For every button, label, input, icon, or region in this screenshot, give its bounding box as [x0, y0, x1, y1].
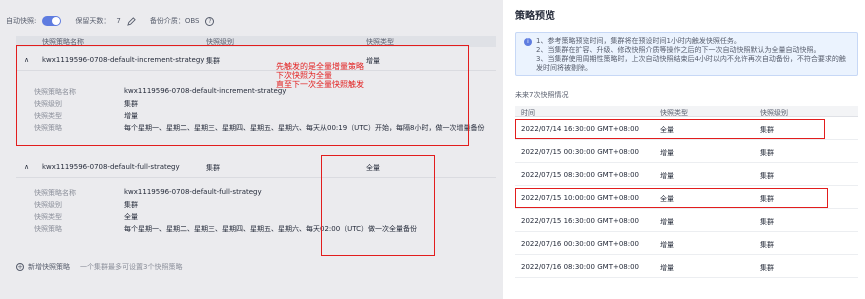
annotation: 先触发的是全量增量策略 下次快照为全量 直至下一次全量快照触发 [276, 62, 364, 89]
row-time: 2022/07/15 00:30:00 GMT+08:00 [521, 148, 640, 156]
detail-value: 全量 [124, 213, 138, 221]
row-type: 增量 [660, 149, 674, 157]
info-box: i 1、参考策略预览时间，集群将在预设时间1小时内触发快照任务。 2、当集群在扩… [515, 32, 858, 76]
detail-key: 快照类型 [34, 213, 62, 221]
table-row: 2022/07/16 00:30:00 GMT+08:00 增量 集群 [515, 232, 858, 255]
info-line: 3、当集群使用周期性策略时，上次自动快照结束后4小时以内不允许再次自动备份，不符… [536, 55, 846, 72]
table-row: 2022/07/15 16:30:00 GMT+08:00 增量 集群 [515, 209, 858, 232]
auto-snapshot-toggle[interactable] [42, 16, 62, 26]
highlight-row-4 [515, 188, 828, 208]
strategy-name: kwx1119596-0708-default-full-strategy [42, 163, 180, 171]
row-type: 增量 [660, 172, 674, 180]
row-level: 集群 [760, 241, 774, 249]
add-strategy-hint: 一个集群最多可设置3个快照策略 [80, 263, 183, 271]
annotation-line: 直至下一次全量快照触发 [276, 80, 364, 89]
help-icon[interactable]: ? [205, 16, 215, 26]
edit-icon[interactable] [127, 16, 136, 26]
row-time: 2022/07/16 00:30:00 GMT+08:00 [521, 240, 640, 248]
highlight-box-increment [16, 45, 469, 146]
auto-snapshot-label: 自动快照: [6, 17, 37, 25]
info-line: 1、参考策略预览时间，集群将在预设时间1小时内触发快照任务。 [536, 37, 741, 45]
row-time: 2022/07/15 16:30:00 GMT+08:00 [521, 217, 640, 225]
table-row: 2022/07/15 00:30:00 GMT+08:00 增量 集群 [515, 140, 858, 163]
row-type: 增量 [660, 241, 674, 249]
annotation-line: 先触发的是全量增量策略 [276, 62, 364, 71]
retention-value: 7 [116, 17, 121, 25]
row-time: 2022/07/16 08:30:00 GMT+08:00 [521, 263, 640, 271]
medium-label: 备份介质：OBS [149, 17, 200, 25]
settings-bar: 自动快照: 保留天数： 7 备份介质：OBS ? [6, 14, 215, 28]
add-strategy-button[interactable]: 新增快照策略 [28, 262, 70, 272]
table-row: 2022/07/16 08:30:00 GMT+08:00 增量 集群 [515, 255, 858, 278]
preview-subtitle: 未来7次快照情况 [515, 91, 569, 99]
collapse-icon[interactable]: ∧ [24, 163, 29, 171]
row-time: 2022/07/15 08:30:00 GMT+08:00 [521, 171, 640, 179]
plus-icon[interactable]: + [16, 263, 24, 271]
detail-key: 快照策略名称 [34, 189, 76, 197]
strategy-level: 集群 [206, 164, 220, 172]
strategy-list-area: 自动快照: 保留天数： 7 备份介质：OBS ? 快照策略名称 快照级别 快照类… [0, 0, 503, 299]
retention-label: 保留天数： [75, 17, 111, 25]
preview-header: 时间 快照类型 快照级别 [515, 106, 858, 117]
row-level: 集群 [760, 264, 774, 272]
row-type: 增量 [660, 264, 674, 272]
detail-key: 快照级别 [34, 201, 62, 209]
row-level: 集群 [760, 218, 774, 226]
info-line: 2、当集群在扩容、升级、修改快照介质等操作之后的下一次自动快照默认为全量自动快照… [536, 46, 821, 54]
add-strategy[interactable]: + 新增快照策略 一个集群最多可设置3个快照策略 [16, 262, 182, 272]
detail-value: 集群 [124, 201, 138, 209]
info-icon: i [524, 38, 532, 46]
highlight-box-full [321, 155, 435, 256]
highlight-row-1 [515, 119, 825, 139]
row-level: 集群 [760, 172, 774, 180]
preview-panel: 策略预览 i 1、参考策略预览时间，集群将在预设时间1小时内触发快照任务。 2、… [503, 0, 865, 299]
annotation-line: 下次快照为全量 [276, 71, 332, 80]
detail-key: 快照策略 [34, 225, 62, 233]
row-type: 增量 [660, 218, 674, 226]
row-level: 集群 [760, 149, 774, 157]
detail-value: kwx1119596-0708-default-full-strategy [124, 188, 262, 196]
panel-title: 策略预览 [515, 11, 555, 22]
table-row: 2022/07/15 08:30:00 GMT+08:00 增量 集群 [515, 163, 858, 186]
